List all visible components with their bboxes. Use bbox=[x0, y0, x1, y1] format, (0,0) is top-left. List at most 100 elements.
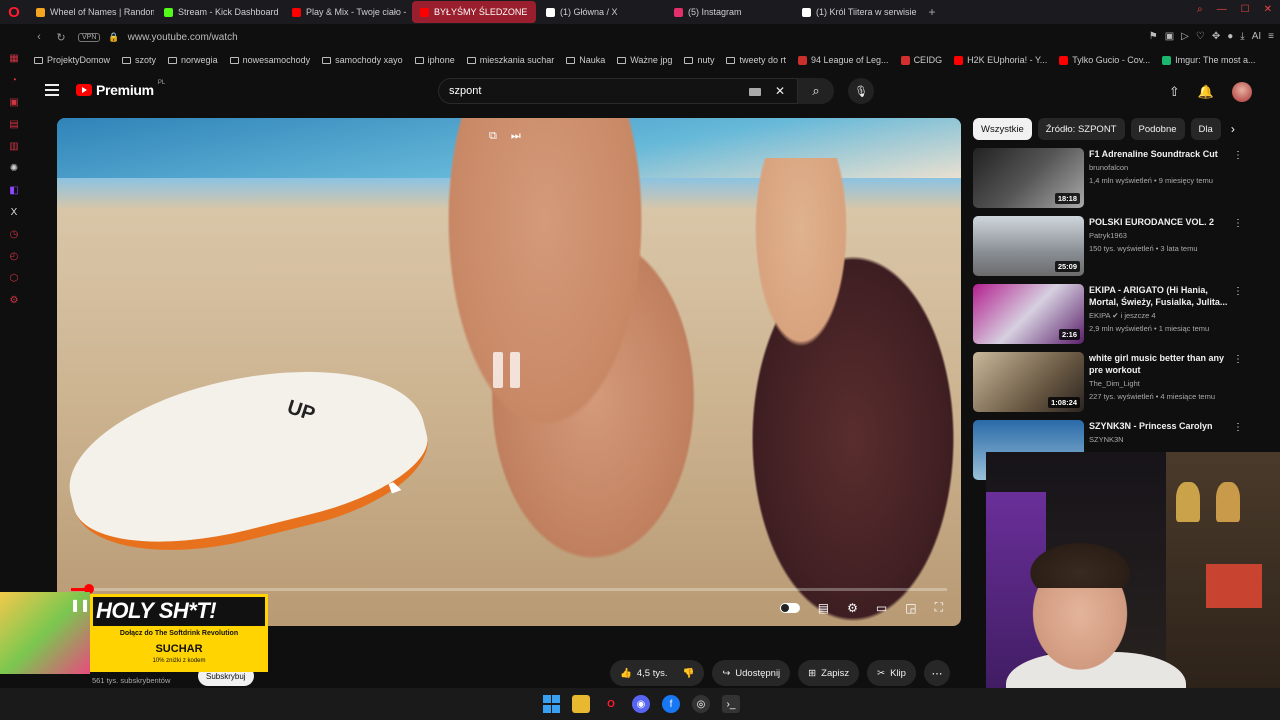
autoplay-toggle[interactable] bbox=[779, 602, 800, 613]
terminal-icon[interactable]: ›_ bbox=[722, 695, 740, 713]
more-options-icon[interactable]: ⋮ bbox=[1233, 422, 1243, 433]
obs-icon[interactable]: ◎ bbox=[692, 695, 710, 713]
facebook-icon[interactable]: f bbox=[662, 695, 680, 713]
settings-gear-icon[interactable]: ⚙ bbox=[847, 601, 858, 615]
cast-icon[interactable]: ◲ bbox=[905, 601, 916, 615]
speed-dial-icon[interactable]: ▦ bbox=[8, 52, 20, 64]
more-options-icon[interactable]: ⋮ bbox=[1233, 354, 1243, 365]
autoplay-next-icon[interactable]: ⏭ bbox=[511, 130, 521, 143]
back-icon[interactable]: ‹ bbox=[28, 31, 50, 43]
search-tabs-icon[interactable]: ⌕ bbox=[1197, 4, 1203, 15]
reload-icon[interactable]: ↻ bbox=[50, 31, 72, 44]
chatgpt-icon[interactable]: ✺ bbox=[8, 162, 20, 174]
more-actions-icon[interactable]: ⋯ bbox=[923, 660, 950, 686]
bookmark-item[interactable]: Tylko Gucio - Cov... bbox=[1059, 55, 1150, 65]
clock-icon[interactable]: ◴ bbox=[8, 250, 20, 262]
opera-taskbar-icon[interactable]: O bbox=[602, 695, 620, 713]
recommendation-title[interactable]: white girl music better than any pre wor… bbox=[1089, 352, 1229, 376]
clip-button[interactable]: ✂ Klip bbox=[867, 660, 916, 686]
bookmark-item[interactable]: norwegia bbox=[168, 55, 218, 65]
bookmark-item[interactable]: szoty bbox=[122, 55, 156, 65]
download-icon[interactable]: ⤓ bbox=[1240, 31, 1244, 42]
theater-mode-icon[interactable]: ▭ bbox=[876, 601, 887, 615]
search-icon[interactable]: ⌕ bbox=[798, 78, 834, 104]
bookmark-item[interactable]: iphone bbox=[414, 55, 455, 65]
twitch-icon[interactable]: ◧ bbox=[8, 184, 20, 196]
bookmark-item[interactable]: 94 League of Leg... bbox=[797, 55, 889, 65]
filter-chip[interactable]: Wszystkie bbox=[973, 118, 1032, 140]
discord-icon[interactable]: ◉ bbox=[632, 695, 650, 713]
recommendation-channel[interactable]: EKIPA ✔ i jeszcze 4 bbox=[1089, 311, 1156, 320]
minimize-icon[interactable]: — bbox=[1217, 4, 1227, 15]
close-icon[interactable]: ✕ bbox=[1264, 4, 1272, 15]
extensions-icon[interactable]: ✥ bbox=[1212, 31, 1220, 42]
player-sidebar-icon[interactable]: ▥ bbox=[8, 140, 20, 152]
progress-bar[interactable] bbox=[71, 584, 947, 594]
browser-tab[interactable]: Wheel of Names | Random bbox=[28, 1, 154, 23]
upload-icon[interactable]: ⇧ bbox=[1169, 84, 1180, 100]
browser-tab[interactable]: Play & Mix - Twoje ciało - bbox=[284, 1, 410, 23]
player-icon[interactable]: ▷ bbox=[1181, 31, 1189, 42]
filter-chip[interactable]: Dla bbox=[1190, 118, 1221, 140]
browser-tab[interactable]: (1) Król Tiitera w serwisie bbox=[794, 1, 920, 23]
miniplayer-icon[interactable]: ⧉ bbox=[489, 130, 497, 143]
filter-chip[interactable]: Podobne bbox=[1130, 118, 1185, 140]
profile-icon[interactable]: ● bbox=[1227, 31, 1233, 42]
browser-tab[interactable]: BYŁYŚMY ŚLEDZONE bbox=[412, 1, 536, 23]
browser-tab[interactable]: (5) Instagram bbox=[666, 1, 792, 23]
aria-ai-icon[interactable]: AI bbox=[1252, 31, 1261, 42]
vpn-badge[interactable]: VPN bbox=[78, 32, 101, 42]
keyboard-icon[interactable] bbox=[749, 88, 761, 96]
more-options-icon[interactable]: ⋮ bbox=[1233, 218, 1243, 229]
video-thumbnail[interactable]: 2:16 bbox=[973, 284, 1084, 344]
recommendation-channel[interactable]: Patryk1963 bbox=[1089, 231, 1127, 240]
messenger-icon[interactable]: ▤ bbox=[8, 118, 20, 130]
pause-overlay-icon[interactable] bbox=[493, 352, 525, 388]
recommendation-channel[interactable]: SZYNK3N bbox=[1089, 435, 1124, 444]
menu-icon[interactable]: ≡ bbox=[1268, 31, 1274, 42]
filter-chip[interactable]: Źródło: SZPONT bbox=[1037, 118, 1125, 140]
snapshot-icon[interactable]: ▣ bbox=[1165, 31, 1174, 42]
browser-tab[interactable]: (1) Główna / X bbox=[538, 1, 664, 23]
browser-tab[interactable]: Stream - Kick Dashboard bbox=[156, 1, 282, 23]
more-options-icon[interactable]: ⋮ bbox=[1233, 286, 1243, 297]
video-thumbnail[interactable]: 25:09 bbox=[973, 216, 1084, 276]
recommendation-title[interactable]: SZYNK3N - Princess Carolyn bbox=[1089, 420, 1229, 432]
bookmark-icon[interactable]: ⚑ bbox=[1149, 31, 1158, 42]
more-options-icon[interactable]: ⋮ bbox=[1233, 150, 1243, 161]
video-thumbnail[interactable]: 18:18 bbox=[973, 148, 1084, 208]
recommendation-item[interactable]: 2:16 EKIPA - ARIGATO (Hi Hania, Mortal, Ś… bbox=[973, 284, 1243, 346]
x-icon[interactable]: X bbox=[8, 206, 20, 218]
recommendation-title[interactable]: POLSKI EURODANCE VOL. 2 bbox=[1089, 216, 1229, 228]
opera-logo-icon[interactable]: O bbox=[0, 0, 28, 24]
bookmark-item[interactable]: tweety do rt bbox=[726, 55, 786, 65]
bookmark-item[interactable]: Imgur: The most a... bbox=[1162, 55, 1256, 65]
subtitles-icon[interactable]: ▤ bbox=[818, 601, 829, 615]
youtube-premium-logo[interactable]: Premium PL bbox=[76, 80, 165, 98]
bookmark-item[interactable]: nuty bbox=[684, 55, 714, 65]
bookmark-item[interactable]: samochody xayo bbox=[322, 55, 403, 65]
bookmark-item[interactable]: H2K EUphoria! - Y... bbox=[954, 55, 1047, 65]
recommendation-title[interactable]: EKIPA - ARIGATO (Hi Hania, Mortal, Śwież… bbox=[1089, 284, 1229, 308]
recommendation-channel[interactable]: brunofalcon bbox=[1089, 163, 1128, 172]
aria-icon[interactable]: ◔ bbox=[8, 74, 20, 86]
like-button[interactable]: 👍 4,5 tys. 👎 bbox=[610, 660, 705, 686]
history-icon[interactable]: ◷ bbox=[8, 228, 20, 240]
url-field[interactable]: www.youtube.com/watch bbox=[128, 32, 238, 43]
bell-icon[interactable]: 🔔 bbox=[1198, 84, 1214, 100]
extensions-sidebar-icon[interactable]: ⬡ bbox=[8, 272, 20, 284]
recommendation-item[interactable]: 1:08:24 white girl music better than any … bbox=[973, 352, 1243, 414]
share-button[interactable]: ↪ Udostępnij bbox=[712, 660, 791, 686]
file-explorer-icon[interactable] bbox=[572, 695, 590, 713]
bookmark-item[interactable]: Nauka bbox=[566, 55, 605, 65]
hamburger-menu-icon[interactable] bbox=[45, 84, 59, 96]
settings-icon[interactable]: ⚙ bbox=[8, 294, 20, 306]
recommendation-title[interactable]: F1 Adrenaline Soundtrack Cut bbox=[1089, 148, 1229, 160]
search-input[interactable] bbox=[449, 85, 739, 97]
bookmark-item[interactable]: mieszkania suchar bbox=[466, 55, 554, 65]
recommendation-item[interactable]: 18:18 F1 Adrenaline Soundtrack Cut brunofa… bbox=[973, 148, 1243, 210]
microphone-icon[interactable]: 🎙 bbox=[848, 78, 874, 104]
new-tab-button[interactable]: + bbox=[924, 4, 940, 20]
workspaces-icon[interactable]: ▣ bbox=[8, 96, 20, 108]
bookmark-item[interactable]: Ważne jpg bbox=[617, 55, 672, 65]
